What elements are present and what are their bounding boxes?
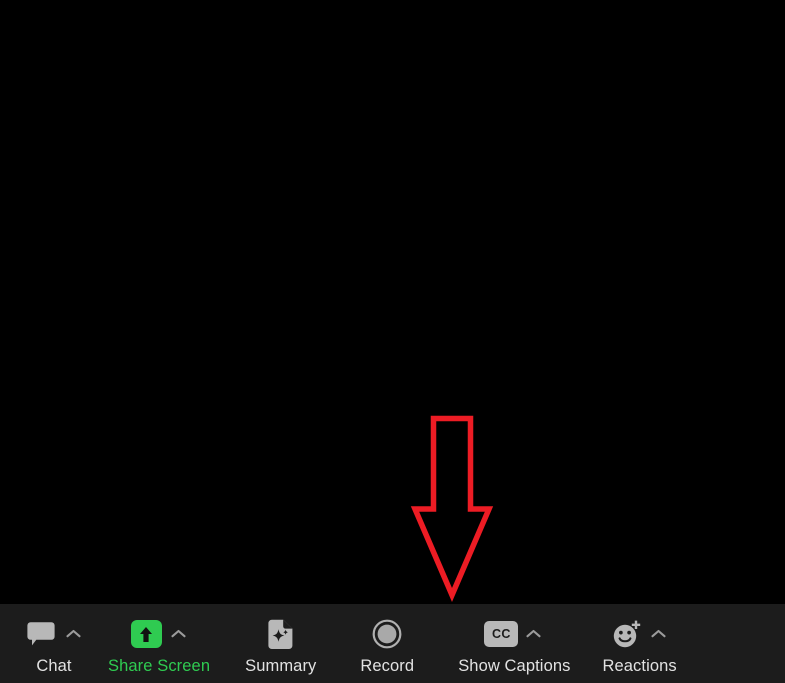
toolbar-button-summary[interactable]: Summary [245, 604, 316, 683]
document-sparkle-icon [264, 619, 298, 649]
reactions-icon-row [610, 617, 670, 651]
reactions-chevron-up-icon[interactable] [648, 619, 670, 649]
record-circle-icon [370, 619, 404, 649]
toolbar-button-share-screen[interactable]: Share Screen [108, 604, 210, 683]
closed-caption-icon: CC [484, 619, 519, 649]
meeting-video-stage [0, 0, 785, 604]
toolbar-button-chat[interactable]: Chat [24, 604, 84, 683]
cc-plate: CC [484, 621, 519, 647]
share-screen-chevron-up-icon[interactable] [167, 619, 189, 649]
toolbar-label-share-screen: Share Screen [108, 657, 211, 675]
toolbar-label-show-captions: Show Captions [458, 657, 571, 675]
share-screen-plate [129, 619, 163, 649]
chat-icon-row [24, 617, 84, 651]
toolbar-button-record[interactable]: Record [360, 604, 414, 683]
meeting-controls-toolbar: Chat Share Screen Summary Record CC Show… [0, 604, 785, 683]
summary-icon-row [264, 617, 298, 651]
chat-chevron-up-icon[interactable] [62, 619, 84, 649]
share-screen-arrow-up-icon [130, 620, 162, 648]
toolbar-label-summary: Summary [245, 657, 317, 675]
show-captions-icon-row: CC [484, 617, 544, 651]
smiley-plus-icon [610, 619, 644, 649]
toolbar-label-record: Record [360, 657, 415, 675]
record-icon-row [370, 617, 404, 651]
cc-label: CC [492, 627, 511, 641]
toolbar-label-reactions: Reactions [602, 657, 677, 675]
share-screen-icon-row [129, 617, 189, 651]
speech-bubble-icon [24, 619, 58, 649]
toolbar-button-show-captions[interactable]: CC Show Captions [458, 604, 570, 683]
show-captions-chevron-up-icon[interactable] [522, 619, 544, 649]
toolbar-label-chat: Chat [36, 657, 72, 675]
toolbar-button-reactions[interactable]: Reactions [602, 604, 677, 683]
